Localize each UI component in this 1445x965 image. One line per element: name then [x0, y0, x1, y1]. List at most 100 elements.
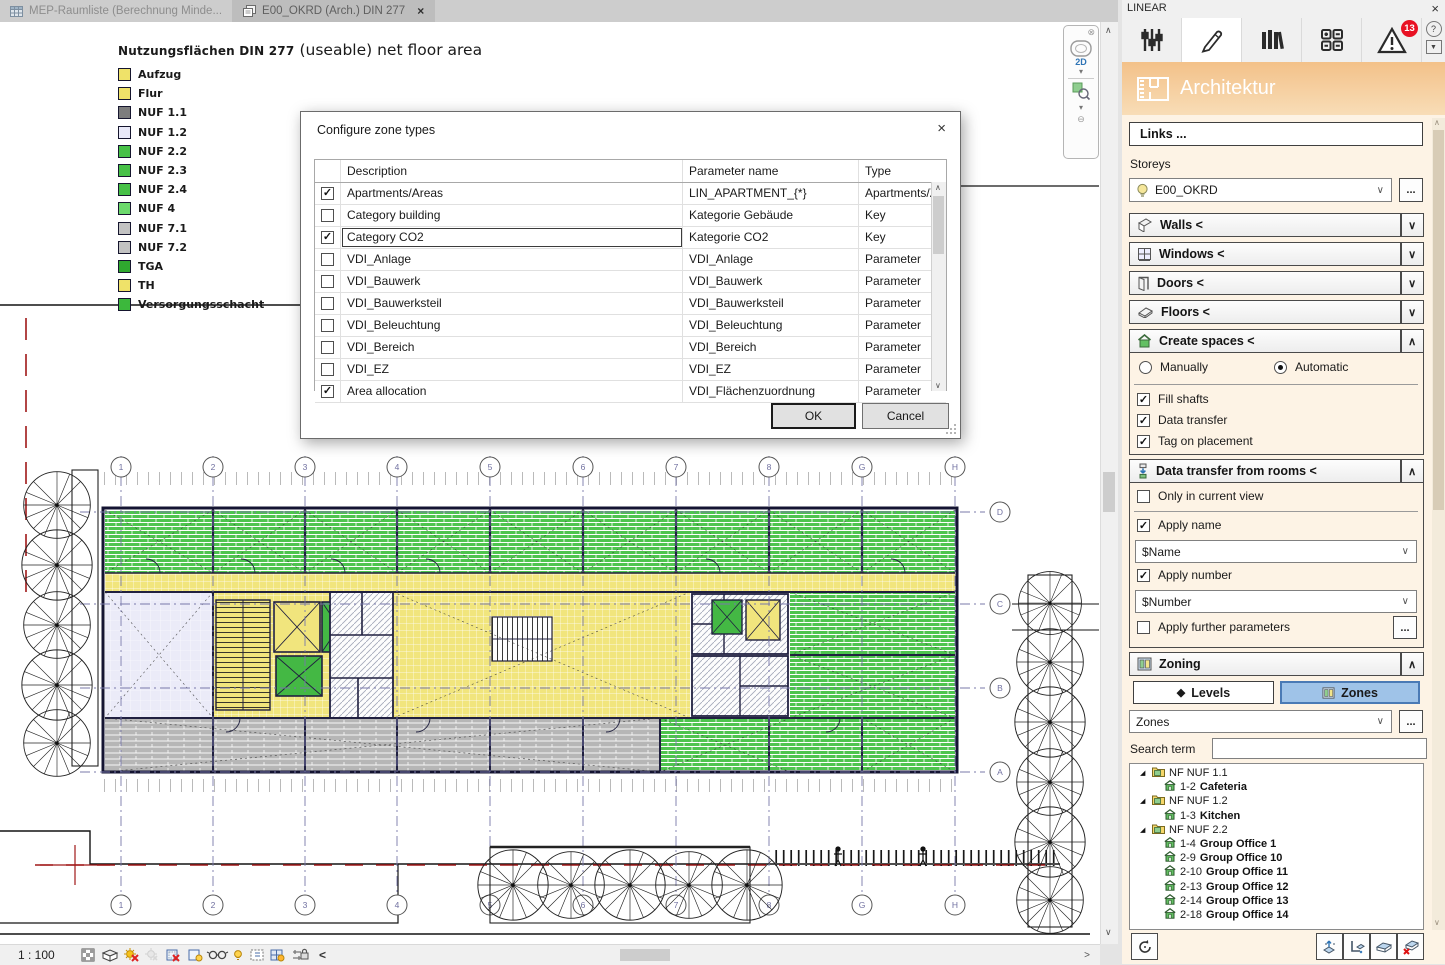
floors-expand-icon[interactable]: ∨: [1401, 300, 1424, 324]
description-cell[interactable]: Apartments/Areas: [341, 183, 683, 204]
type-cell[interactable]: Apartments/Zones: [859, 183, 934, 204]
parameter-cell[interactable]: VDI_Bauwerksteil: [683, 293, 859, 314]
description-cell[interactable]: VDI_Bereich: [341, 337, 683, 358]
tree-group[interactable]: ◢NF NUF 2.2: [1130, 823, 1423, 837]
type-cell[interactable]: Key: [859, 227, 934, 248]
zones-tree[interactable]: ◢NF NUF 1.11-2Cafeteria◢NF NUF 1.21-3Kit…: [1129, 763, 1424, 930]
checkbox-icon[interactable]: [321, 253, 334, 266]
scroll-up-icon[interactable]: ∧: [935, 183, 941, 192]
checkbox-checked-icon[interactable]: ✓: [1137, 435, 1150, 448]
canvas-vertical-scrollbar[interactable]: ∧ ∨: [1100, 22, 1118, 944]
checkbox-icon[interactable]: [321, 275, 334, 288]
tab-components[interactable]: [1302, 18, 1362, 62]
tree-item[interactable]: 2-10Group Office 11: [1130, 865, 1423, 879]
doors-expand-icon[interactable]: ∨: [1401, 271, 1424, 295]
tab-warnings[interactable]: 13: [1362, 18, 1422, 62]
col-description[interactable]: Description: [341, 160, 683, 182]
description-cell[interactable]: VDI_Bauwerk: [341, 271, 683, 292]
description-cell[interactable]: VDI_Beleuchtung: [341, 315, 683, 336]
parameter-cell[interactable]: VDI_Bereich: [683, 337, 859, 358]
parameter-cell[interactable]: VDI_Bauwerk: [683, 271, 859, 292]
description-cell[interactable]: Category building: [341, 205, 683, 226]
type-cell[interactable]: Parameter: [859, 315, 934, 336]
description-cell[interactable]: VDI_EZ: [341, 359, 683, 380]
parameter-cell[interactable]: LIN_APARTMENT_{*}: [683, 183, 859, 204]
apply-name-checkbox[interactable]: ✓ Apply name: [1137, 518, 1221, 532]
scroll-down-icon[interactable]: ∨: [1434, 918, 1440, 927]
scrollbar-thumb[interactable]: [1433, 130, 1444, 510]
doors-bar[interactable]: Doors <: [1129, 271, 1401, 295]
description-cell[interactable]: VDI_Bauwerksteil: [341, 293, 683, 314]
nav-dropdown-icon[interactable]: ▾: [1064, 67, 1098, 76]
dialog-close-icon[interactable]: ×: [937, 120, 946, 137]
create-spaces-checkbox-row[interactable]: ✓Fill shafts: [1137, 392, 1209, 406]
automatic-radio[interactable]: Automatic: [1274, 360, 1348, 374]
tree-item[interactable]: 1-4Group Office 1: [1130, 837, 1423, 851]
data-transfer-bar[interactable]: Data transfer from rooms <: [1129, 459, 1401, 483]
place-tap-button[interactable]: [1343, 933, 1370, 960]
zoom-region-icon[interactable]: [1071, 81, 1091, 101]
parameter-cell[interactable]: VDI_Anlage: [683, 249, 859, 270]
checkbox-icon[interactable]: [321, 319, 334, 332]
create-spaces-collapse-icon[interactable]: ∧: [1401, 329, 1424, 353]
walls-expand-icon[interactable]: ∨: [1401, 213, 1424, 237]
scroll-up-icon[interactable]: ∧: [1105, 25, 1112, 36]
apply-further-parameters-checkbox[interactable]: Apply further parameters: [1137, 620, 1290, 634]
tree-group[interactable]: ◢NF NUF 1.1: [1130, 766, 1423, 780]
tab-edit[interactable]: [1182, 18, 1242, 62]
checkbox-checked-icon[interactable]: ✓: [321, 231, 334, 244]
refresh-button[interactable]: [1131, 933, 1158, 960]
tab-settings[interactable]: [1122, 18, 1182, 62]
zone-type-row[interactable]: VDI_BauwerksteilVDI_BauwerksteilParamete…: [315, 293, 946, 315]
checkbox-checked-icon[interactable]: ✓: [321, 187, 334, 200]
zones-button[interactable]: Zones: [1280, 681, 1420, 704]
checkbox-icon[interactable]: [321, 363, 334, 376]
zone-type-row[interactable]: VDI_EZVDI_EZParameter: [315, 359, 946, 381]
checkbox-icon[interactable]: [321, 297, 334, 310]
tab-e00-okrd[interactable]: E00_OKRD (Arch.) DIN 277 ×: [233, 0, 435, 22]
place-fitting-button[interactable]: [1316, 933, 1343, 960]
apply-number-checkbox[interactable]: ✓ Apply number: [1137, 568, 1232, 582]
panel-scrollbar[interactable]: ∧ ∨: [1432, 118, 1445, 930]
checkbox-icon[interactable]: [321, 209, 334, 222]
tree-item[interactable]: 2-13Group Office 12: [1130, 880, 1423, 894]
tree-group[interactable]: ◢NF NUF 1.2: [1130, 794, 1423, 808]
tab-close-icon[interactable]: ×: [417, 4, 424, 18]
zoning-collapse-icon[interactable]: ∧: [1401, 652, 1424, 676]
windows-expand-icon[interactable]: ∨: [1401, 242, 1424, 266]
links-button[interactable]: Links ...: [1129, 122, 1423, 146]
checkbox-checked-icon[interactable]: ✓: [1137, 393, 1150, 406]
windows-bar[interactable]: Windows <: [1129, 242, 1401, 266]
create-spaces-bar[interactable]: Create spaces <: [1129, 329, 1401, 353]
tree-item[interactable]: 1-3Kitchen: [1130, 809, 1423, 823]
scrollbar-thumb[interactable]: [933, 196, 944, 254]
expander-icon[interactable]: ◢: [1140, 826, 1148, 834]
scroll-down-icon[interactable]: ∨: [1105, 927, 1112, 938]
tree-item[interactable]: 2-9Group Office 10: [1130, 851, 1423, 865]
zone-type-row[interactable]: Category buildingKategorie GebäudeKey: [315, 205, 946, 227]
description-cell[interactable]: VDI_Anlage: [341, 249, 683, 270]
zones-dropdown[interactable]: Zones ∨: [1129, 710, 1392, 733]
navbar-collapse-icon[interactable]: ⊖: [1064, 114, 1098, 125]
tab-library[interactable]: [1242, 18, 1302, 62]
zone-type-row[interactable]: ✓Category CO2Kategorie CO2Key: [315, 227, 946, 249]
view-scale[interactable]: 1 : 100: [18, 948, 55, 962]
only-current-view-checkbox[interactable]: Only in current view: [1137, 489, 1263, 503]
zone-type-row[interactable]: VDI_AnlageVDI_AnlageParameter: [315, 249, 946, 271]
scroll-up-icon[interactable]: ∧: [1434, 118, 1440, 127]
nav-dropdown-icon-2[interactable]: ▾: [1064, 103, 1098, 112]
parameter-cell[interactable]: VDI_Beleuchtung: [683, 315, 859, 336]
expander-icon[interactable]: ◢: [1140, 797, 1148, 805]
description-cell[interactable]: Area allocation: [341, 381, 683, 402]
panel-close-icon[interactable]: ×: [1431, 1, 1439, 16]
view-control-icons[interactable]: <: [81, 946, 331, 964]
manually-radio[interactable]: Manually: [1139, 360, 1208, 374]
duct-tool-button[interactable]: [1370, 933, 1397, 960]
cancel-button[interactable]: Cancel: [862, 403, 949, 429]
scroll-down-icon[interactable]: ∨: [935, 381, 941, 390]
resize-grip[interactable]: [946, 424, 958, 436]
delete-duct-button[interactable]: [1397, 933, 1424, 960]
parameter-cell[interactable]: Kategorie Gebäude: [683, 205, 859, 226]
zones-more-button[interactable]: ...: [1399, 710, 1423, 733]
col-type[interactable]: Type: [859, 160, 934, 182]
